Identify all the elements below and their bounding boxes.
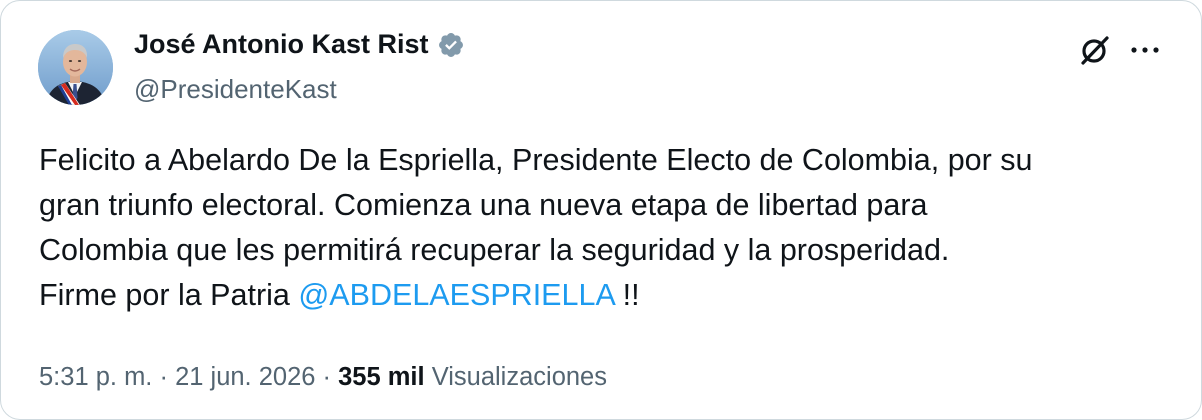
mention-link[interactable]: @ABDELAESPRIELLA <box>298 278 614 312</box>
author-name-row[interactable]: José Antonio Kast Rist <box>134 29 465 60</box>
verified-badge-icon <box>437 31 465 59</box>
meta-separator: · <box>152 363 176 391</box>
author-name[interactable]: José Antonio Kast Rist <box>134 29 429 60</box>
more-horizontal-icon <box>1131 47 1159 53</box>
author-handle[interactable]: @PresidenteKast <box>134 74 337 105</box>
grok-button[interactable] <box>1075 30 1115 70</box>
views-count[interactable]: 355 mil <box>338 363 424 391</box>
views-label: Visualizaciones <box>424 363 607 391</box>
tweet-date[interactable]: 21 jun. 2026 <box>175 363 315 391</box>
avatar-image <box>38 30 113 105</box>
tweet-text-segment: !! <box>614 278 640 312</box>
tweet-text-line: Felicito a Abelardo De la Espriella, Pre… <box>39 143 1033 177</box>
tweet-time[interactable]: 5:31 p. m. <box>39 363 152 391</box>
tweet-text: Felicito a Abelardo De la Espriella, Pre… <box>39 138 1179 318</box>
avatar[interactable] <box>38 30 113 105</box>
more-options-button[interactable] <box>1125 30 1165 70</box>
tweet-text-line: Colombia que les permitirá recuperar la … <box>39 233 950 267</box>
tweet-text-line: Firme por la Patria @ABDELAESPRIELLA !! <box>39 273 1179 318</box>
tweet-text-line: gran triunfo electoral. Comienza una nue… <box>39 188 928 222</box>
tweet-meta: 5:31 p. m. · 21 jun. 2026 · 355 mil Visu… <box>39 363 607 392</box>
tweet-text-segment: Firme por la Patria <box>39 278 299 312</box>
tweet-card[interactable]: José Antonio Kast Rist @PresidenteKast F… <box>0 0 1202 420</box>
meta-separator: · <box>315 363 339 391</box>
grok-icon <box>1081 36 1109 65</box>
